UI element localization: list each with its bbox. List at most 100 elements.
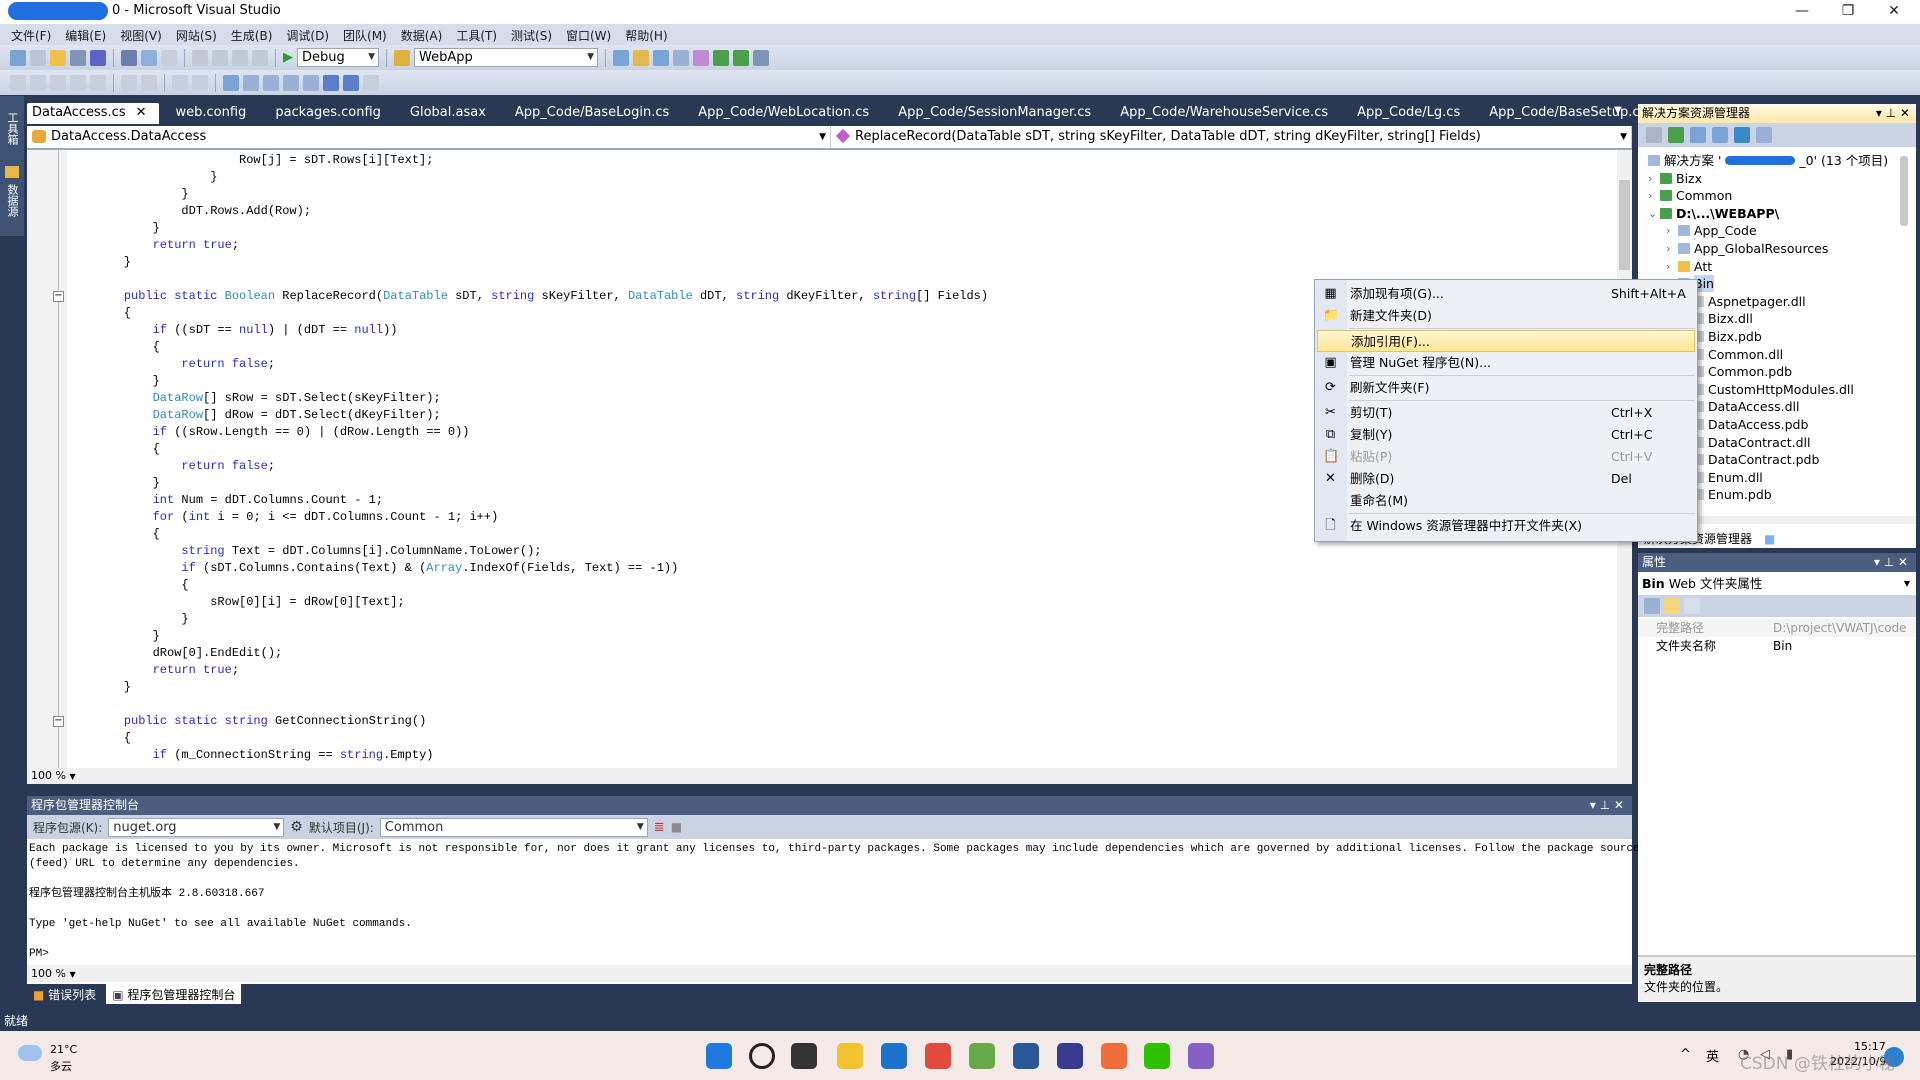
tree-item[interactable]: › Att — [1666, 258, 1712, 275]
menu-1[interactable]: 编辑(E) — [58, 24, 113, 45]
menu-item[interactable]: ✂ 剪切(T) Ctrl+X — [1317, 402, 1695, 424]
expand-arrow-icon[interactable]: › — [1666, 222, 1674, 239]
tab-document[interactable]: Global.asax — [405, 103, 498, 124]
properties-icon[interactable] — [1646, 127, 1662, 143]
mail-icon[interactable] — [881, 1043, 907, 1069]
show-all-files-icon[interactable] — [1690, 127, 1706, 143]
menu-10[interactable]: 窗口(W) — [559, 24, 618, 45]
console-zoom-select[interactable]: 100 % — [31, 967, 66, 980]
aspnet-configuration-icon[interactable] — [1756, 127, 1772, 143]
decrease-indent-icon[interactable] — [121, 74, 137, 91]
menu-item[interactable]: 📁 新建文件夹(D) — [1317, 305, 1695, 327]
start-page-icon[interactable] — [733, 49, 749, 66]
notepad-icon[interactable] — [969, 1043, 995, 1069]
tree-item[interactable]: › Bizx — [1648, 170, 1702, 187]
bookmark-icon[interactable] — [90, 74, 106, 91]
toolbar-options-icon[interactable] — [363, 74, 379, 91]
tree-item[interactable]: DataContract.pdb — [1692, 451, 1819, 468]
menu-item[interactable]: 🗋 在 Windows 资源管理器中打开文件夹(X) — [1317, 515, 1695, 537]
stop-icon[interactable]: ■ — [671, 820, 682, 834]
tree-item[interactable]: DataAccess.dll — [1692, 398, 1800, 415]
menu-item[interactable]: 添加引用(F)... — [1317, 330, 1695, 352]
menu-0[interactable]: 文件(F) — [4, 24, 58, 45]
search-icon[interactable] — [749, 1043, 775, 1069]
expand-arrow-icon[interactable]: › — [1648, 170, 1656, 187]
increase-indent-icon[interactable] — [141, 74, 157, 91]
word-icon[interactable] — [1013, 1043, 1039, 1069]
undo-icon[interactable] — [192, 49, 208, 66]
tab-package-manager-console[interactable]: ▣ 程序包管理器控制台 — [106, 984, 242, 1004]
find-in-files-icon[interactable] — [613, 49, 629, 66]
menu-8[interactable]: 工具(T) — [449, 24, 504, 45]
alphabetical-icon[interactable] — [1664, 598, 1680, 614]
data-sources-tab[interactable]: 数据源 — [4, 184, 20, 217]
tree-item[interactable]: Bizx.dll — [1692, 310, 1753, 327]
expand-arrow-icon[interactable]: › — [1666, 240, 1674, 257]
new-project-icon[interactable] — [10, 49, 26, 66]
redo-icon[interactable] — [212, 49, 228, 66]
menu-item[interactable]: 📋 粘贴(P) Ctrl+V — [1317, 446, 1695, 468]
tab-document[interactable]: App_Code/WebLocation.cs — [693, 103, 881, 124]
menu-4[interactable]: 生成(B) — [224, 24, 280, 45]
find-icon[interactable] — [343, 74, 359, 91]
input-method-indicator[interactable]: 英 — [1706, 1046, 1719, 1065]
postman-icon[interactable] — [1101, 1043, 1127, 1069]
collapse-icon[interactable]: − — [53, 716, 64, 727]
next-bookmark-folder-icon[interactable] — [303, 74, 319, 91]
tree-item[interactable]: › Common — [1648, 187, 1732, 204]
tab-document[interactable]: web.config — [171, 103, 259, 124]
tree-item[interactable]: 解决方案 ' _0' (13 个项目) — [1648, 152, 1888, 169]
panel-window-buttons[interactable]: ▾ ⊥ ✕ — [1874, 553, 1908, 572]
nest-related-files-icon[interactable] — [1712, 127, 1728, 143]
tree-item[interactable]: Common.pdb — [1692, 363, 1792, 380]
package-source-select[interactable]: nuget.org ▼ — [108, 817, 285, 837]
properties-window-icon[interactable] — [653, 49, 669, 66]
menu-item[interactable]: ▣ 管理 NuGet 程序包(N)... — [1317, 352, 1695, 374]
solution-explorer-icon[interactable] — [633, 49, 649, 66]
property-pages-icon[interactable] — [1684, 598, 1700, 614]
tab-error-list[interactable]: ■ 错误列表 — [27, 984, 102, 1004]
menu-6[interactable]: 团队(M) — [336, 24, 394, 45]
parameter-info-icon[interactable] — [30, 74, 46, 91]
menu-2[interactable]: 视图(V) — [113, 24, 169, 45]
toolbox-icon[interactable] — [693, 49, 709, 66]
tree-item[interactable]: Enum.dll — [1692, 469, 1763, 486]
previous-bookmark-folder-icon[interactable] — [283, 74, 299, 91]
comment-icon[interactable] — [172, 74, 188, 91]
tree-item[interactable]: Common.dll — [1692, 346, 1783, 363]
toolbox-tab[interactable]: 工具箱 — [4, 112, 20, 145]
console-output[interactable]: Each package is licensed to you by its o… — [29, 842, 1640, 962]
expand-arrow-icon[interactable]: › — [1666, 258, 1674, 275]
collapse-icon[interactable]: − — [53, 291, 64, 302]
tab-document[interactable]: DataAccess.cs ✕ — [27, 103, 159, 124]
tree-item[interactable]: › App_GlobalResources — [1666, 240, 1828, 257]
start-debugging-icon[interactable]: ▶ — [283, 50, 293, 65]
copy-website-icon[interactable] — [1734, 127, 1750, 143]
visual-studio-2010-icon[interactable] — [1057, 1043, 1083, 1069]
startup-project-select[interactable]: WebApp ▼ — [414, 48, 598, 67]
close-tab-icon[interactable]: ✕ — [136, 105, 147, 124]
menu-11[interactable]: 帮助(H) — [618, 24, 674, 45]
property-row[interactable]: 完整路径 D:\project\VWATJ\code — [1638, 619, 1916, 637]
refresh-icon[interactable] — [1668, 127, 1684, 143]
expand-arrow-icon[interactable]: › — [1648, 187, 1656, 204]
menu-3[interactable]: 网站(S) — [169, 24, 224, 45]
extension-manager-icon[interactable] — [713, 49, 729, 66]
chrome-icon[interactable] — [925, 1043, 951, 1069]
expand-arrow-icon[interactable]: ⌄ — [1648, 205, 1657, 222]
menu-7[interactable]: 数据(A) — [394, 24, 450, 45]
categorized-icon[interactable] — [1644, 598, 1660, 614]
object-browser-icon[interactable] — [673, 49, 689, 66]
tab-document[interactable]: App_Code/BaseSetup.cs — [1484, 103, 1658, 124]
editor-zoom-select[interactable]: 100 % — [31, 769, 66, 782]
tab-team-explorer[interactable]: ■ 团队资源管理器 — [1758, 528, 1869, 548]
uncomment-icon[interactable] — [192, 74, 208, 91]
file-explorer-icon[interactable] — [837, 1043, 863, 1069]
tab-document[interactable]: App_Code/Lg.cs — [1352, 103, 1472, 124]
solution-configuration-select[interactable]: Debug ▼ — [297, 48, 379, 67]
navigate-forward-icon[interactable] — [252, 49, 268, 66]
tree-item[interactable]: › App_Code — [1666, 222, 1757, 239]
tree-item[interactable]: ⌄ D:\...\WEBAPP\ — [1648, 205, 1779, 222]
panel-window-buttons[interactable]: ▾ ⊥ ✕ — [1590, 796, 1624, 815]
wechat-icon[interactable] — [1144, 1043, 1170, 1069]
